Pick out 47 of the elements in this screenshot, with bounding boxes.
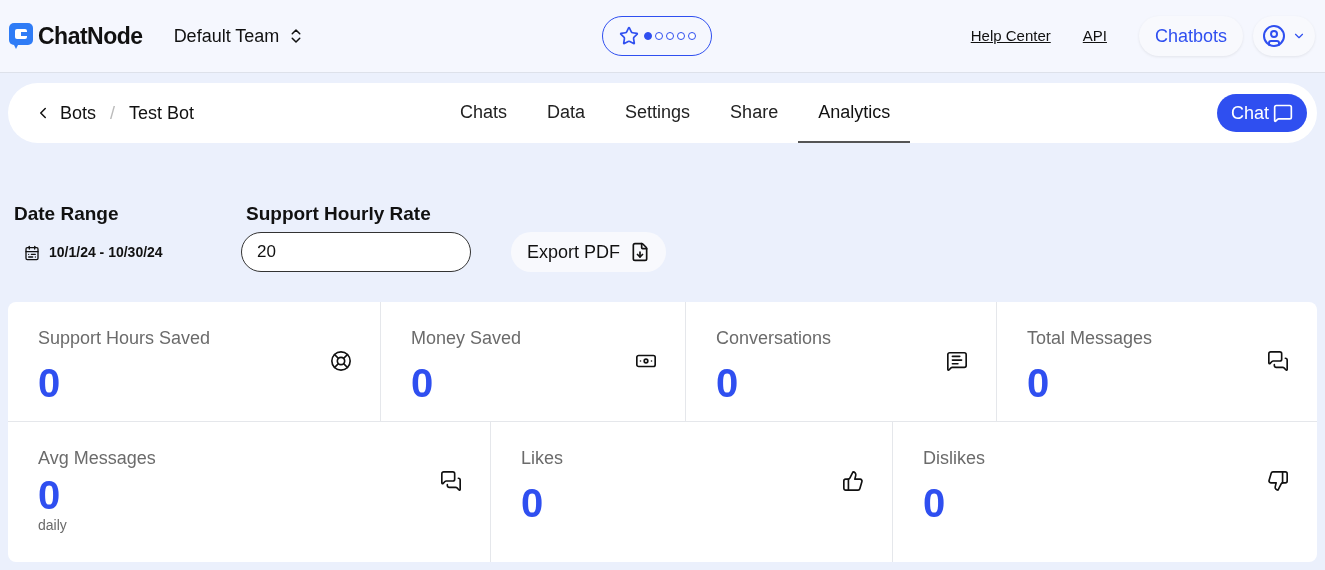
header-link[interactable]: API (1082, 24, 1107, 48)
stat-value: 0 (716, 362, 740, 404)
star-icon (618, 26, 639, 46)
stat-label: Likes (521, 447, 564, 470)
stat-note: daily (38, 516, 68, 534)
rate-label: Support Hourly Rate (246, 202, 432, 226)
nav-tab[interactable]: Analytics (798, 83, 911, 143)
stat-value: 0 (411, 362, 435, 404)
breadcrumb-current: Test Bot (129, 101, 195, 125)
stat-value: 0 (521, 482, 545, 524)
messages-icon (440, 470, 462, 492)
chat-button[interactable]: Chat (1216, 94, 1307, 132)
messages-icon (1267, 350, 1289, 372)
lifebuoy-icon (330, 350, 352, 372)
date-range-picker[interactable]: 10/1/24 - 10/30/24 (24, 242, 241, 263)
nav-tab[interactable]: Share (710, 83, 799, 143)
rate-input[interactable]: 20 (241, 232, 471, 272)
chatbots-button[interactable]: Chatbots (1138, 16, 1243, 56)
stat-label: Total Messages (1027, 327, 1153, 350)
stat-label: Money Saved (411, 327, 522, 350)
message-icon (946, 350, 968, 372)
user-icon (1262, 24, 1286, 48)
stat-value: 0 (38, 362, 62, 404)
stat-label: Support Hours Saved (38, 327, 211, 350)
stat-value: 0 (923, 482, 947, 524)
logo-icon (8, 22, 34, 50)
export-pdf-button[interactable]: Export PDF (511, 232, 667, 272)
nav-tab[interactable]: Settings (605, 83, 711, 143)
thumbs-up-icon (842, 470, 864, 492)
brand-name: ChatNode (38, 21, 143, 51)
stat-value: 0 (38, 474, 62, 516)
file-download-icon (630, 242, 651, 262)
date-range-label: Date Range (14, 202, 120, 226)
stat-label: Conversations (716, 327, 832, 350)
nav-tab[interactable]: Data (527, 83, 606, 143)
thumbs-down-icon (1267, 470, 1289, 492)
stat-label: Dislikes (923, 447, 985, 470)
breadcrumb-link[interactable]: Bots (60, 99, 97, 127)
header-link[interactable]: Help Center (970, 24, 1051, 48)
chat-icon (1273, 103, 1293, 123)
stat-value: 0 (1027, 362, 1051, 404)
account-menu-button[interactable] (1253, 16, 1315, 56)
nav-tab[interactable]: Chats (440, 83, 528, 143)
stat-label: Avg Messages (38, 447, 156, 470)
calendar-icon (24, 244, 40, 261)
team-selector[interactable]: Default Team (173, 22, 306, 50)
breadcrumb-separator: / (110, 101, 116, 125)
